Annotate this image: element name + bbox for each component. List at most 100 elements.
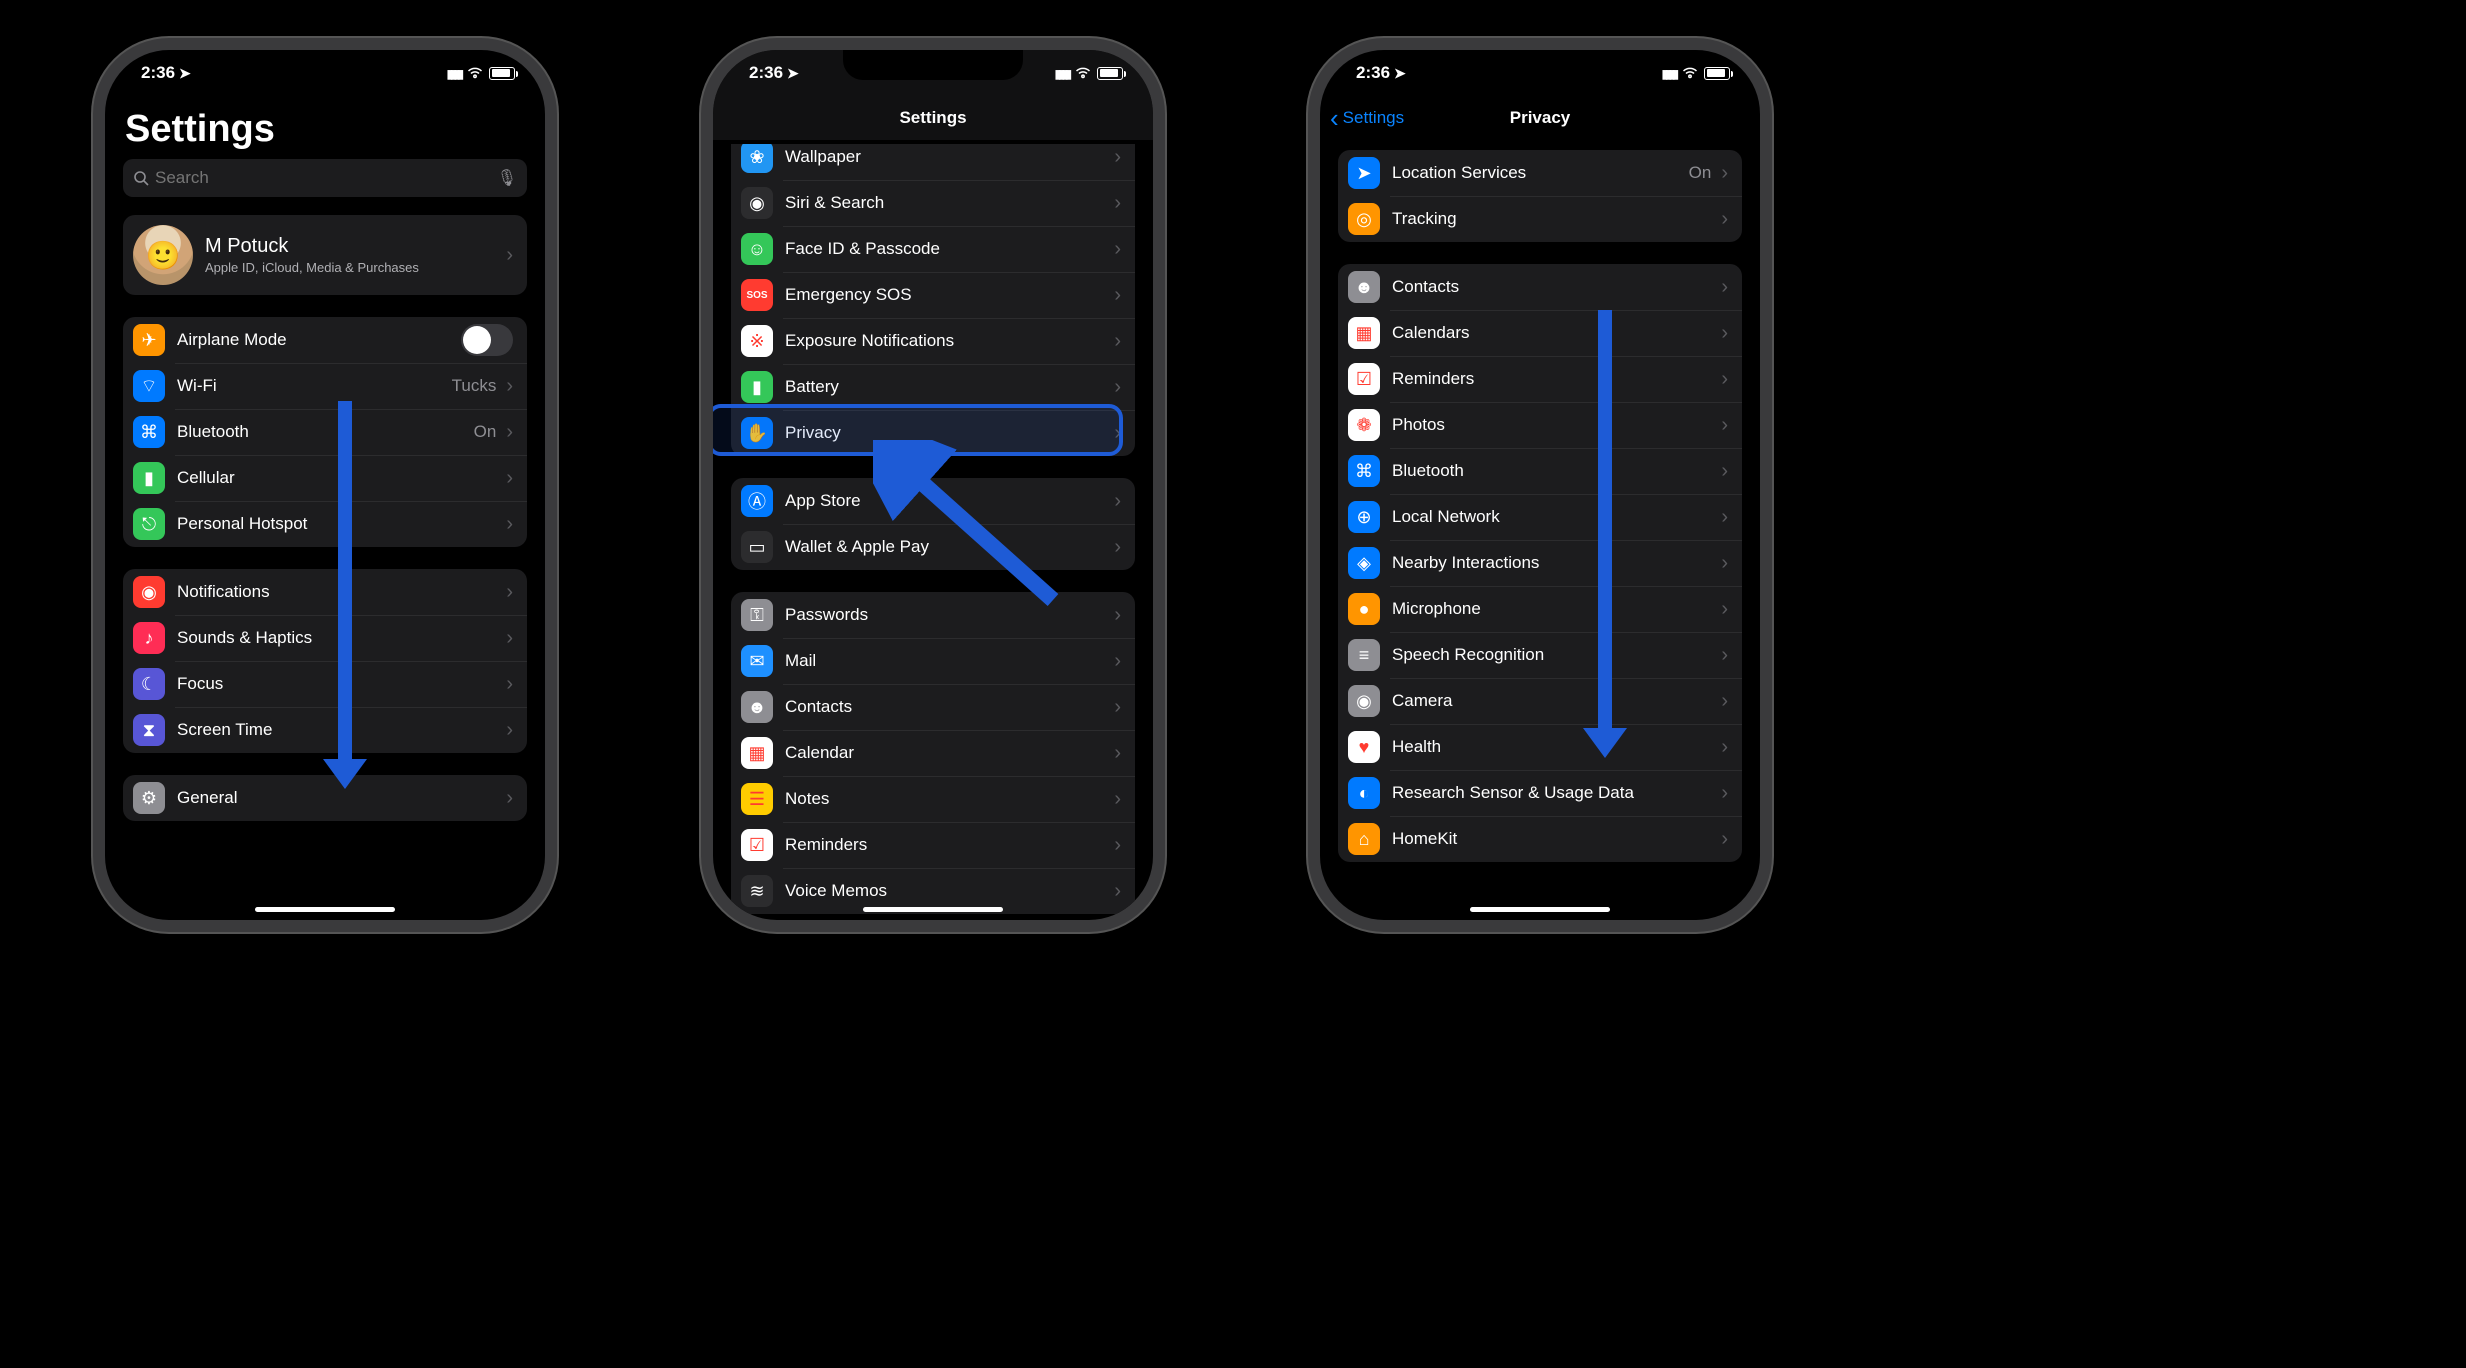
back-label: Settings bbox=[1343, 108, 1404, 128]
mic-icon[interactable]: 🎙 bbox=[497, 168, 517, 188]
settings-row-wallpaper[interactable]: ❀Wallpaper› bbox=[731, 144, 1135, 180]
tracking-icon: ◎ bbox=[1348, 203, 1380, 235]
contacts-icon: ☻ bbox=[741, 691, 773, 723]
exposure-notifications-icon: ※ bbox=[741, 325, 773, 357]
signal-icon bbox=[1055, 63, 1069, 83]
row-detail: On bbox=[1689, 163, 1712, 183]
settings-row-wi-fi[interactable]: ⌔Wi-FiTucks› bbox=[123, 363, 527, 409]
chevron-right-icon: › bbox=[506, 375, 513, 398]
privacy-row-contacts[interactable]: ☻Contacts› bbox=[1338, 264, 1742, 310]
research-sensor-usage-data-icon: ◐ bbox=[1348, 777, 1380, 809]
privacy-row-homekit[interactable]: ⌂HomeKit› bbox=[1338, 816, 1742, 862]
face-id-passcode-icon: ☺ bbox=[741, 233, 773, 265]
settings-row-notifications[interactable]: ◉Notifications› bbox=[123, 569, 527, 615]
wallpaper-icon: ❀ bbox=[741, 144, 773, 173]
row-label: Local Network bbox=[1392, 507, 1717, 527]
home-indicator[interactable] bbox=[1470, 907, 1610, 912]
privacy-row-calendars[interactable]: ▦Calendars› bbox=[1338, 310, 1742, 356]
chevron-right-icon: › bbox=[1721, 690, 1728, 713]
settings-row-emergency-sos[interactable]: SOSEmergency SOS› bbox=[731, 272, 1135, 318]
privacy-row-photos[interactable]: ❁Photos› bbox=[1338, 402, 1742, 448]
phone-2: 2:36➤ Settings ❀Wallpaper›◉Siri & Search… bbox=[713, 50, 1153, 920]
chevron-right-icon: › bbox=[506, 581, 513, 604]
settings-row-screen-time[interactable]: ⧗Screen Time› bbox=[123, 707, 527, 753]
privacy-row-nearby-interactions[interactable]: ◈Nearby Interactions› bbox=[1338, 540, 1742, 586]
toggle[interactable] bbox=[461, 324, 513, 356]
wi-fi-icon: ⌔ bbox=[133, 370, 165, 402]
row-label: Reminders bbox=[1392, 369, 1717, 389]
app-store-icon: Ⓐ bbox=[741, 485, 773, 517]
phone-1: 2:36➤ Settings 🎙 🙂 M Potuck Apple ID, iC… bbox=[105, 50, 545, 920]
chevron-right-icon: › bbox=[1721, 414, 1728, 437]
chevron-right-icon: › bbox=[506, 421, 513, 444]
signal-icon bbox=[447, 63, 461, 83]
search-icon bbox=[133, 170, 149, 186]
settings-row-reminders[interactable]: ☑Reminders› bbox=[731, 822, 1135, 868]
row-label: General bbox=[177, 788, 502, 808]
airplane-mode-icon: ✈ bbox=[133, 324, 165, 356]
chevron-right-icon: › bbox=[506, 513, 513, 536]
camera-icon: ◉ bbox=[1348, 685, 1380, 717]
settings-row-face-id-passcode[interactable]: ☺Face ID & Passcode› bbox=[731, 226, 1135, 272]
bluetooth-icon: ⌘ bbox=[133, 416, 165, 448]
row-label: Research Sensor & Usage Data bbox=[1392, 783, 1717, 803]
privacy-row-speech-recognition[interactable]: ≡Speech Recognition› bbox=[1338, 632, 1742, 678]
chevron-right-icon: › bbox=[506, 467, 513, 490]
avatar: 🙂 bbox=[133, 225, 193, 285]
settings-row-battery[interactable]: ▮Battery› bbox=[731, 364, 1135, 410]
profile-row[interactable]: 🙂 M Potuck Apple ID, iCloud, Media & Pur… bbox=[123, 215, 527, 295]
settings-row-personal-hotspot[interactable]: ⎋Personal Hotspot› bbox=[123, 501, 527, 547]
focus-icon: ☾ bbox=[133, 668, 165, 700]
reminders-icon: ☑ bbox=[1348, 363, 1380, 395]
chevron-right-icon: › bbox=[1114, 880, 1121, 903]
privacy-row-location-services[interactable]: ➤Location ServicesOn› bbox=[1338, 150, 1742, 196]
wallet-apple-pay-icon: ▭ bbox=[741, 531, 773, 563]
chevron-left-icon: ‹ bbox=[1330, 105, 1339, 131]
settings-row-focus[interactable]: ☾Focus› bbox=[123, 661, 527, 707]
privacy-row-bluetooth[interactable]: ⌘Bluetooth› bbox=[1338, 448, 1742, 494]
settings-row-calendar[interactable]: ▦Calendar› bbox=[731, 730, 1135, 776]
tap-arrow-annotation bbox=[873, 440, 1073, 640]
row-label: Calendar bbox=[785, 743, 1110, 763]
privacy-row-local-network[interactable]: ⊕ Local Network› bbox=[1338, 494, 1742, 540]
chevron-right-icon: › bbox=[1114, 422, 1121, 445]
search-input[interactable] bbox=[155, 168, 517, 188]
privacy-row-microphone[interactable]: ●Microphone› bbox=[1338, 586, 1742, 632]
search-bar[interactable]: 🎙 bbox=[123, 159, 527, 197]
settings-row-sounds-haptics[interactable]: ♪Sounds & Haptics› bbox=[123, 615, 527, 661]
settings-row-notes[interactable]: ☰Notes› bbox=[731, 776, 1135, 822]
settings-row-siri-search[interactable]: ◉Siri & Search› bbox=[731, 180, 1135, 226]
chevron-right-icon: › bbox=[506, 719, 513, 742]
settings-row-exposure-notifications[interactable]: ※Exposure Notifications› bbox=[731, 318, 1135, 364]
settings-row-cellular[interactable]: ▮Cellular› bbox=[123, 455, 527, 501]
chevron-right-icon: › bbox=[506, 244, 513, 267]
settings-row-contacts[interactable]: ☻Contacts› bbox=[731, 684, 1135, 730]
settings-row-bluetooth[interactable]: ⌘BluetoothOn› bbox=[123, 409, 527, 455]
chevron-right-icon: › bbox=[1114, 604, 1121, 627]
chevron-right-icon: › bbox=[1721, 506, 1728, 529]
calendars-icon: ▦ bbox=[1348, 317, 1380, 349]
privacy-row-reminders[interactable]: ☑Reminders› bbox=[1338, 356, 1742, 402]
notes-icon: ☰ bbox=[741, 783, 773, 815]
status-time: 2:36 bbox=[749, 63, 783, 83]
row-label: Contacts bbox=[785, 697, 1110, 717]
back-button[interactable]: ‹Settings bbox=[1330, 105, 1404, 131]
row-label: Health bbox=[1392, 737, 1717, 757]
privacy-row-camera[interactable]: ◉Camera› bbox=[1338, 678, 1742, 724]
phone-3: 2:36➤ ‹Settings Privacy ➤Location Servic… bbox=[1320, 50, 1760, 920]
home-indicator[interactable] bbox=[863, 907, 1003, 912]
row-label: Speech Recognition bbox=[1392, 645, 1717, 665]
location-services-icon: ➤ bbox=[1348, 157, 1380, 189]
home-indicator[interactable] bbox=[255, 907, 395, 912]
privacy-row-tracking[interactable]: ◎Tracking› bbox=[1338, 196, 1742, 242]
contacts-icon: ☻ bbox=[1348, 271, 1380, 303]
settings-row-airplane-mode[interactable]: ✈Airplane Mode bbox=[123, 317, 527, 363]
row-label: Bluetooth bbox=[1392, 461, 1717, 481]
privacy-row-research-sensor-usage-data[interactable]: ◐Research Sensor & Usage Data› bbox=[1338, 770, 1742, 816]
row-label: Battery bbox=[785, 377, 1110, 397]
battery-icon: ▮ bbox=[741, 371, 773, 403]
local-network-icon: ⊕ bbox=[1348, 501, 1380, 533]
settings-row-mail[interactable]: ✉Mail› bbox=[731, 638, 1135, 684]
privacy-row-health[interactable]: ♥Health› bbox=[1338, 724, 1742, 770]
chevron-right-icon: › bbox=[1721, 460, 1728, 483]
